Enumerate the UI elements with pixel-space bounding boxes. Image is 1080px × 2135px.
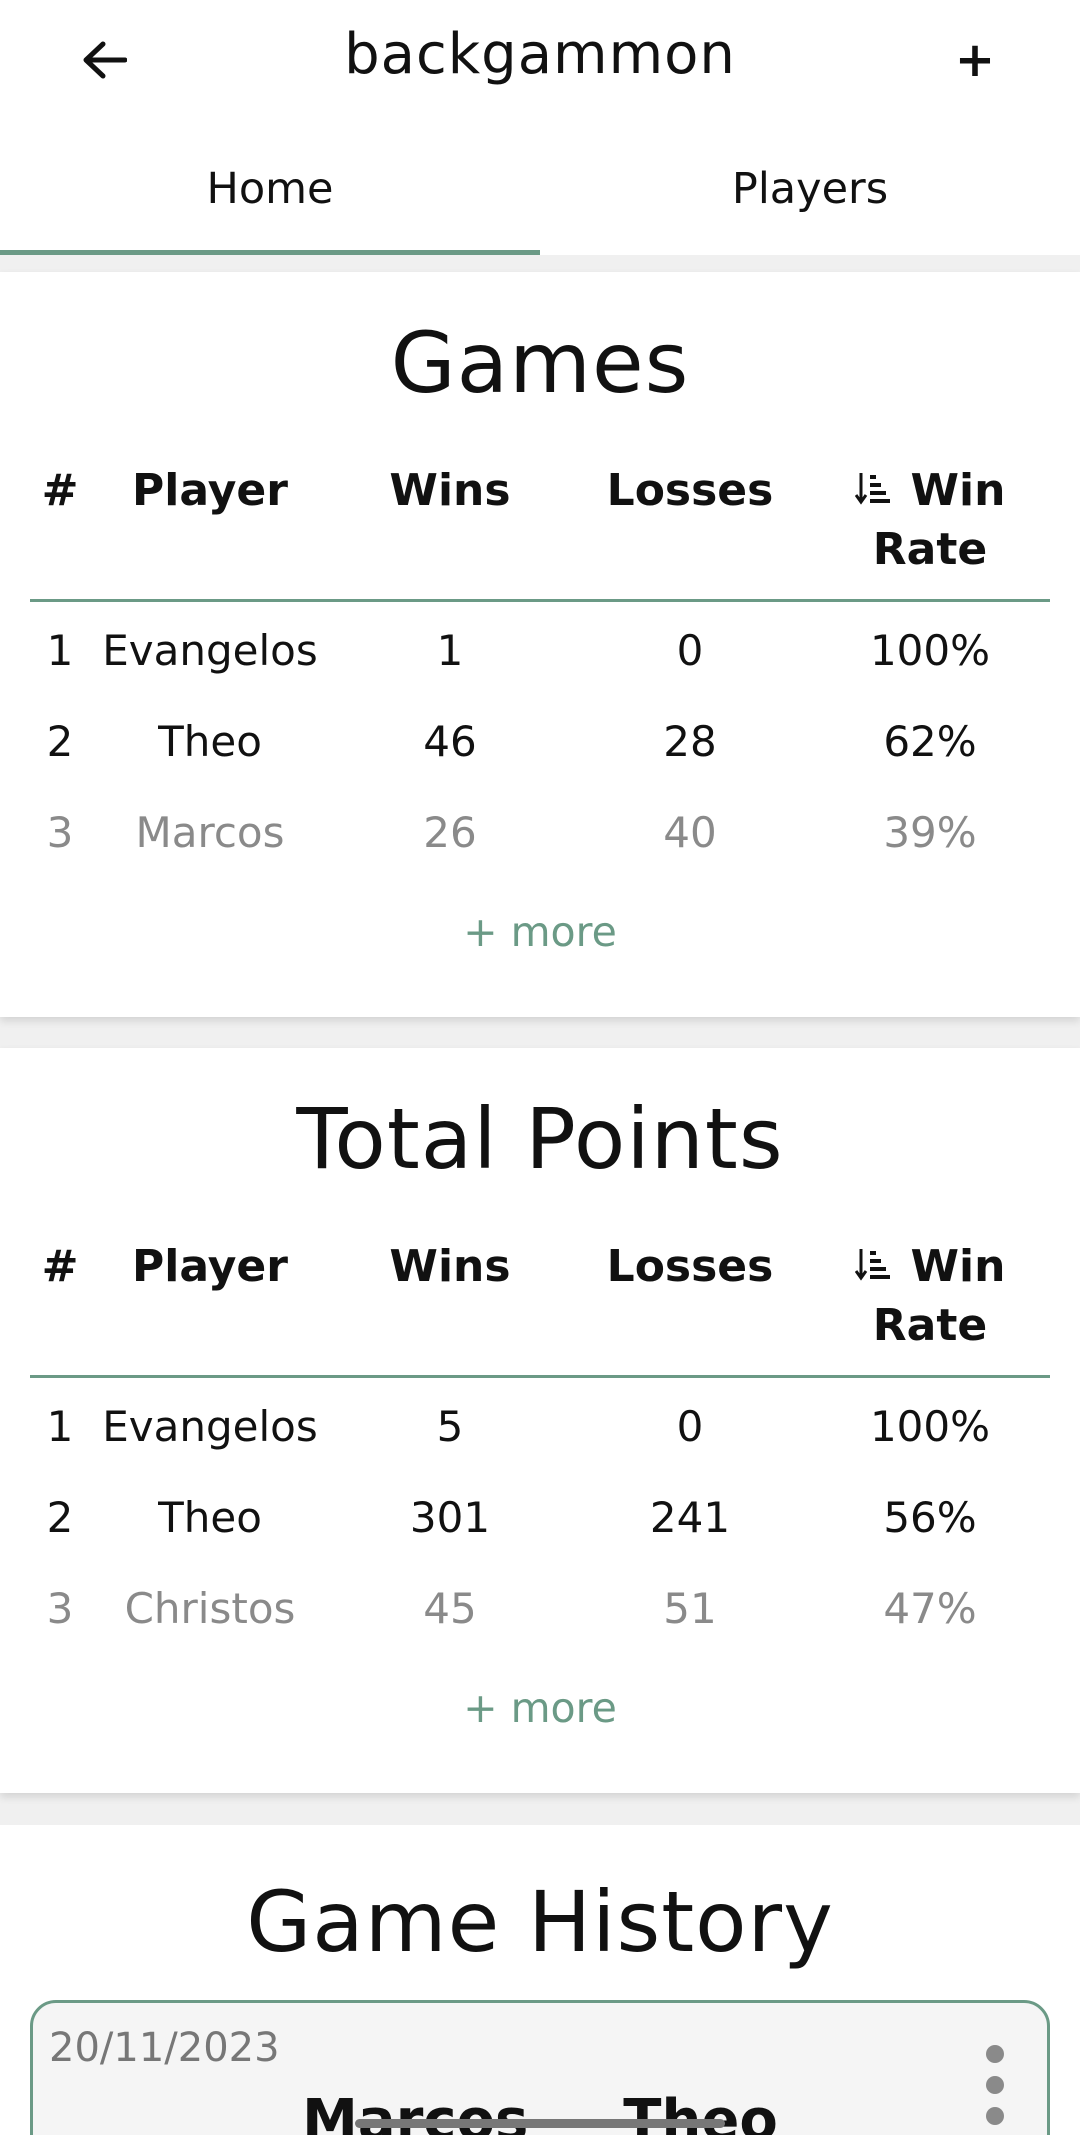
win-rate: 39% <box>883 808 977 857</box>
header-win-rate-label-1: Win <box>910 1241 1006 1292</box>
player-name: Christos <box>124 1584 296 1633</box>
more-options-icon[interactable] <box>983 2045 1007 2125</box>
wins: 5 <box>436 1402 464 1451</box>
player-name: Theo <box>158 717 262 766</box>
win-rate: 100% <box>869 626 991 675</box>
points-title: Total Points <box>296 1090 784 1188</box>
points-card: Total Points # Player Wins Losses Win Ra… <box>0 1048 1080 1793</box>
win-rate: 62% <box>883 717 977 766</box>
table-row[interactable]: 1 Evangelos 1 0 100% <box>30 605 1050 696</box>
table-row[interactable]: 3 Marcos 26 40 39% <box>30 787 1050 878</box>
home-indicator[interactable] <box>355 2119 725 2128</box>
header-win-rate[interactable]: Win Rate <box>810 1238 1050 1375</box>
games-title: Games <box>390 314 690 412</box>
losses: 0 <box>676 626 704 675</box>
table-row[interactable]: 2 Theo 46 28 62% <box>30 696 1050 787</box>
win-rate: 100% <box>869 1402 991 1451</box>
header-rank: # <box>41 1241 79 1292</box>
page-title: backgammon <box>344 22 736 87</box>
rank: 2 <box>46 717 74 766</box>
game-history-item[interactable]: 20/11/2023 Marcos — Theo <box>30 2000 1050 2135</box>
header-wins[interactable]: Wins <box>330 1238 570 1375</box>
sort-descending-icon <box>854 469 905 515</box>
player-name: Theo <box>158 1493 262 1542</box>
table-row[interactable]: 2 Theo 301 241 56% <box>30 1472 1050 1563</box>
rank: 1 <box>46 1402 74 1451</box>
header-win-rate[interactable]: Win Rate <box>810 462 1050 599</box>
player-name: Marcos <box>135 808 285 857</box>
player-name: Evangelos <box>102 626 318 675</box>
header-player[interactable]: Player <box>90 462 330 599</box>
tab-bar: Home Players <box>0 120 1080 255</box>
header-losses[interactable]: Losses <box>570 462 810 599</box>
table-row[interactable]: 3 Christos 45 51 47% <box>30 1563 1050 1654</box>
games-more-link[interactable]: + more <box>0 908 1080 956</box>
wins: 46 <box>423 717 477 766</box>
game-date: 20/11/2023 <box>49 2025 280 2071</box>
games-table: # Player Wins Losses Win Rate 1 Evangelo… <box>30 462 1050 878</box>
header-player[interactable]: Player <box>90 1238 330 1375</box>
tab-home[interactable]: Home <box>0 120 540 255</box>
losses: 51 <box>663 1584 717 1633</box>
sort-descending-icon <box>854 1245 905 1291</box>
header-win-rate-label-2: Rate <box>872 1300 988 1351</box>
points-more-link[interactable]: + more <box>0 1684 1080 1732</box>
header-losses[interactable]: Losses <box>570 1238 810 1375</box>
history-title: Game History <box>246 1873 834 1971</box>
wins: 26 <box>423 808 477 857</box>
points-table-header: # Player Wins Losses Win Rate <box>30 1238 1050 1378</box>
add-button[interactable]: + <box>943 28 1007 92</box>
header-win-rate-label-2: Rate <box>872 524 988 575</box>
header-win-rate-label-1: Win <box>910 465 1006 516</box>
rank: 1 <box>46 626 74 675</box>
losses: 28 <box>663 717 717 766</box>
tab-players[interactable]: Players <box>540 120 1080 255</box>
rank: 3 <box>46 1584 74 1633</box>
points-table: # Player Wins Losses Win Rate 1 Evangelo… <box>30 1238 1050 1654</box>
table-row[interactable]: 1 Evangelos 5 0 100% <box>30 1381 1050 1472</box>
win-rate: 47% <box>883 1584 977 1633</box>
losses: 40 <box>663 808 717 857</box>
losses: 241 <box>649 1493 731 1542</box>
wins: 45 <box>423 1584 477 1633</box>
losses: 0 <box>676 1402 704 1451</box>
header-wins[interactable]: Wins <box>330 462 570 599</box>
games-card: Games # Player Wins Losses Win Rate 1 Ev… <box>0 272 1080 1017</box>
plus-icon: + <box>954 32 996 88</box>
win-rate: 56% <box>883 1493 977 1542</box>
rank: 3 <box>46 808 74 857</box>
wins: 301 <box>409 1493 491 1542</box>
app-bar: backgammon + <box>0 0 1080 120</box>
wins: 1 <box>436 626 464 675</box>
rank: 2 <box>46 1493 74 1542</box>
player-name: Evangelos <box>102 1402 318 1451</box>
header-rank: # <box>41 465 79 516</box>
games-table-header: # Player Wins Losses Win Rate <box>30 462 1050 602</box>
